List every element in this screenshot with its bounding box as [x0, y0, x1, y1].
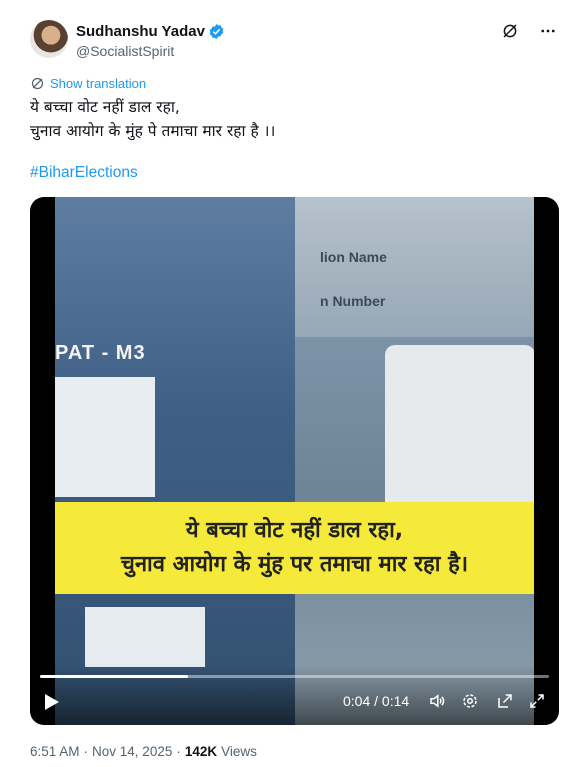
video-evm-unit — [385, 345, 534, 515]
video-time: 0:04 / 0:14 — [343, 693, 410, 709]
video-frame[interactable]: PAT - M3 lion Name n Number ये बच्चा वोट… — [55, 197, 534, 725]
post-date[interactable]: Nov 14, 2025 — [92, 744, 172, 759]
video-player[interactable]: PAT - M3 lion Name n Number ये बच्चा वोट… — [30, 197, 559, 725]
post-metadata: 6:51 AM · Nov 14, 2025 · 142K Views — [30, 744, 257, 759]
views-count: 142K — [184, 744, 218, 759]
translate-icon — [31, 77, 44, 90]
pop-out-icon[interactable] — [496, 692, 514, 710]
display-name[interactable]: Sudhanshu Yadav — [76, 23, 205, 40]
meta-separator: · — [83, 744, 89, 759]
video-controls: 0:04 / 0:14 — [30, 665, 559, 725]
video-subtitle-line1: ये बच्चा वोट नहीं डाल रहा, — [185, 518, 404, 543]
tweet-text: ये बच्चा वोट नहीं डाल रहा, चुनाव आयोग के… — [30, 95, 275, 143]
play-icon[interactable] — [44, 693, 60, 711]
tweet-post: Sudhanshu Yadav @SocialistSpirit Show tr… — [0, 0, 585, 767]
more-options-icon[interactable] — [539, 22, 557, 40]
video-wall-text: lion Name n Number — [320, 235, 387, 323]
author-name-row: Sudhanshu Yadav — [76, 23, 225, 40]
verified-badge-icon — [209, 24, 224, 39]
video-wall-line1: lion Name — [320, 249, 387, 265]
tweet-text-line1: ये बच्चा वोट नहीं डाल रहा, — [30, 98, 180, 116]
show-translation-label[interactable]: Show translation — [50, 76, 146, 91]
meta-separator: · — [176, 744, 181, 759]
video-wall-line2: n Number — [320, 293, 386, 309]
settings-gear-icon[interactable] — [461, 692, 479, 710]
video-subtitle-line2: चुनाव आयोग के मुंह पर तमाचा मार रहा है। — [120, 552, 469, 577]
show-translation-link[interactable]: Show translation — [30, 76, 146, 91]
video-progress-bar[interactable] — [40, 675, 549, 678]
post-time[interactable]: 6:51 AM — [30, 744, 80, 759]
video-bottom-box — [85, 607, 205, 667]
top-actions — [501, 22, 557, 40]
fullscreen-icon[interactable] — [528, 692, 546, 710]
volume-icon[interactable] — [428, 692, 446, 710]
grok-icon[interactable] — [501, 22, 519, 40]
video-progress-fill — [40, 675, 188, 678]
video-frame-label: PAT - M3 — [55, 342, 146, 364]
handle[interactable]: @SocialistSpirit — [76, 43, 174, 59]
hashtag-link[interactable]: #BiharElections — [30, 164, 138, 182]
video-paper — [55, 377, 155, 497]
video-subtitle: ये बच्चा वोट नहीं डाल रहा, चुनाव आयोग के… — [55, 502, 534, 594]
avatar[interactable] — [30, 20, 68, 58]
views-label: Views — [221, 744, 257, 759]
tweet-text-line2: चुनाव आयोग के मुंह पे तमाचा मार रहा है ।… — [30, 122, 276, 140]
